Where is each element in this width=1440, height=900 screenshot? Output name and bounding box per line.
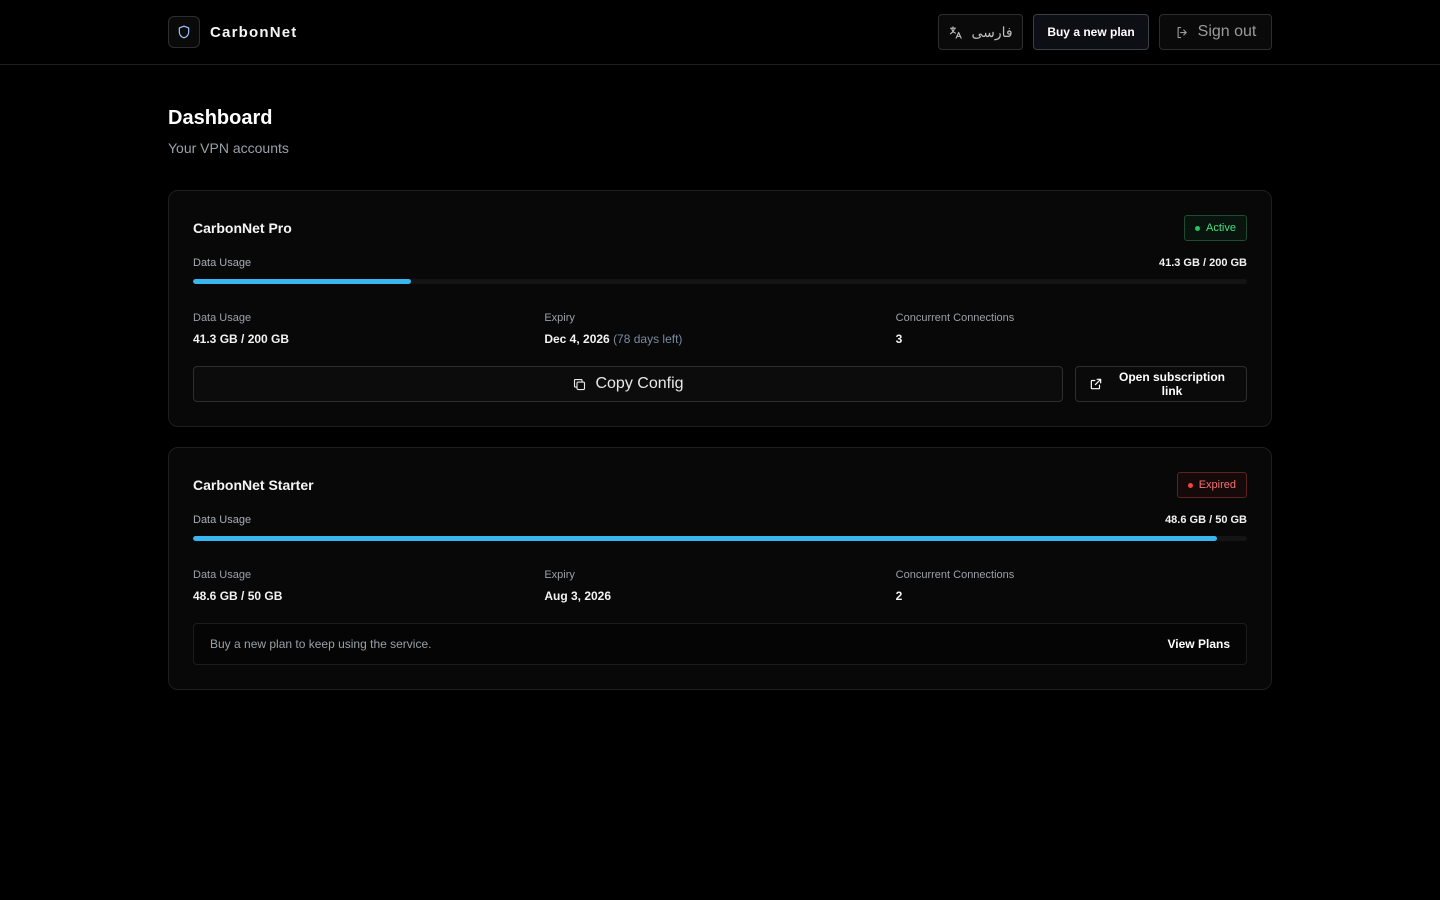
stat-label: Data Usage [193,569,252,581]
account-actions: Copy Config Open subscription link [193,366,1247,402]
account-name: CarbonNet Starter [193,477,314,493]
language-label: فارسی [971,23,1013,40]
usage-label: Data Usage [193,257,252,269]
usage-progress-bar [193,279,1247,284]
usage-progress-bar [193,536,1247,541]
stat-expiry: Expiry Dec 4, 2026 (78 days left) [544,312,895,346]
usage-progress-fill [193,279,411,284]
copy-icon [572,377,587,392]
account-card-pro: CarbonNet Pro Active Data Usage 41.3 GB … [168,190,1272,427]
open-subscription-label: Open subscription link [1118,370,1225,398]
stat-usage: Data Usage 41.3 GB / 200 GB [193,312,544,346]
view-plans-link[interactable]: View Plans [1168,637,1230,651]
stat-value: Aug 3, 2026 [544,589,612,603]
page-subtitle: Your VPN accounts [168,140,289,156]
stat-usage: Data Usage 48.6 GB / 50 GB [193,569,544,603]
copy-config-label: Copy Config [595,375,684,392]
stat-label: Expiry [544,569,575,581]
top-bar: CarbonNet فارسی Buy a new plan Sign out [0,0,1440,65]
stat-label: Concurrent Connections [895,312,1015,324]
renewal-notice: Buy a new plan to keep using the service… [193,623,1247,665]
status-label: Active [1206,222,1236,234]
status-badge: Active [1184,215,1247,241]
top-bar-inner: CarbonNet فارسی Buy a new plan Sign out [168,0,1272,64]
main-content: Dashboard Your VPN accounts CarbonNet Pr… [168,65,1272,690]
copy-config-button[interactable]: Copy Config [193,366,1063,402]
brand[interactable]: CarbonNet [168,16,297,48]
account-name: CarbonNet Pro [193,220,292,236]
usage-row: Data Usage 48.6 GB / 50 GB [193,514,1247,526]
sign-out-icon [1175,25,1190,40]
usage-progress-fill [193,536,1218,541]
card-header: CarbonNet Starter Expired [193,472,1247,498]
usage-row: Data Usage 41.3 GB / 200 GB [193,257,1247,269]
usage-value: 41.3 GB / 200 GB [1158,257,1247,269]
expiry-date: Dec 4, 2026 [544,332,610,346]
account-stats: Data Usage 41.3 GB / 200 GB Expiry Dec 4… [193,312,1247,346]
usage-value: 48.6 GB / 50 GB [1165,514,1247,526]
stat-connections: Concurrent Connections 2 [896,569,1247,603]
buy-plan-button[interactable]: Buy a new plan [1033,14,1149,50]
shield-icon [168,16,200,48]
stat-value: 48.6 GB / 50 GB [193,589,283,603]
sign-out-label: Sign out [1197,23,1257,40]
stat-label: Expiry [544,312,575,324]
stat-connections: Concurrent Connections 3 [896,312,1247,346]
external-link-icon [1089,377,1103,391]
account-card-starter: CarbonNet Starter Expired Data Usage 48.… [168,447,1272,690]
page-title: Dashboard [168,107,273,129]
brand-name: CarbonNet [210,23,298,41]
open-subscription-link-button[interactable]: Open subscription link [1075,366,1247,402]
stat-label: Concurrent Connections [895,569,1015,581]
top-actions: فارسی Buy a new plan Sign out [938,14,1272,50]
card-header: CarbonNet Pro Active [193,215,1247,241]
stat-value: Dec 4, 2026 (78 days left) [544,332,895,346]
status-badge: Expired [1176,472,1247,498]
status-dot-icon [1187,482,1193,488]
translate-icon [948,25,963,40]
stat-value: 41.3 GB / 200 GB [193,332,290,346]
status-label: Expired [1198,479,1236,491]
notice-text: Buy a new plan to keep using the service… [210,637,432,651]
usage-label: Data Usage [193,514,252,526]
account-stats: Data Usage 48.6 GB / 50 GB Expiry Aug 3,… [193,569,1247,603]
days-left: (78 days left) [613,332,683,346]
status-dot-icon [1195,225,1201,231]
sign-out-button[interactable]: Sign out [1159,14,1272,50]
stat-label: Data Usage [193,312,252,324]
stat-value: 2 [895,589,903,603]
language-button[interactable]: فارسی [938,14,1023,50]
stat-expiry: Expiry Aug 3, 2026 [544,569,895,603]
stat-value: 3 [895,332,903,346]
